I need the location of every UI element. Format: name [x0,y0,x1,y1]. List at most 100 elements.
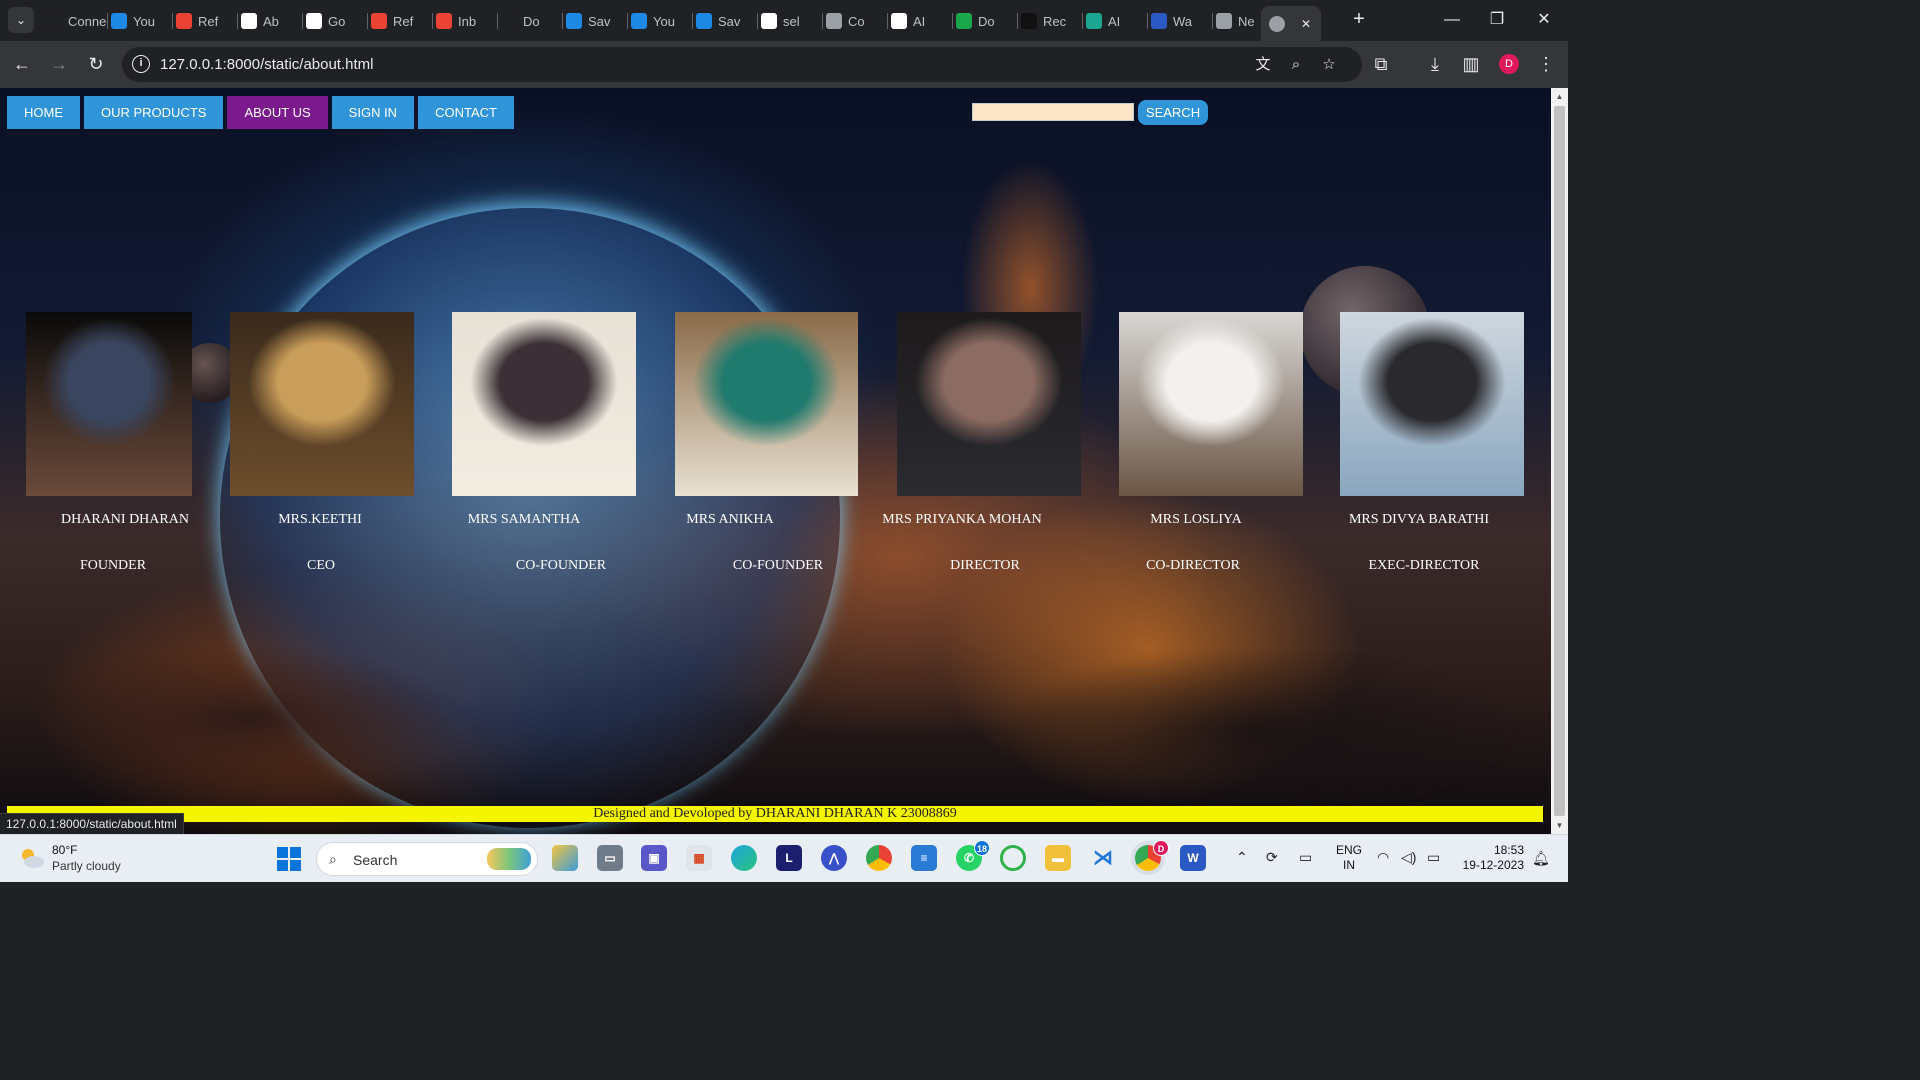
tab-title: Connec [68,13,108,29]
footer-credit: Designed and Devoloped by DHARANI DHARAN… [7,806,1543,822]
profile-avatar[interactable]: D [1499,54,1519,74]
weather-description[interactable]: Partly cloudy [52,859,121,873]
nav-our-products[interactable]: OUR PRODUCTS [84,96,224,129]
whatsapp-icon[interactable]: ✆ 18 [956,840,990,871]
browser-tab[interactable]: Connec [46,8,108,34]
browser-tab[interactable]: Ref [371,8,433,34]
team-member-role: CO-FOUNDER [732,558,824,573]
browser-tab[interactable]: Do [501,8,563,34]
scroll-down-icon[interactable]: ▼ [1555,821,1564,830]
menu-kebab-icon[interactable]: ⋮ [1534,52,1558,76]
browser-tab[interactable]: Sav [696,8,758,34]
chrome-icon[interactable] [866,845,892,871]
sync-app-icon[interactable] [1000,845,1026,871]
close-tab-icon[interactable]: ✕ [1301,17,1311,31]
browser-tab[interactable]: Ab [241,8,303,34]
browser-tab[interactable]: Sav [566,8,628,34]
minimize-button[interactable]: — [1437,8,1467,32]
battery-icon[interactable]: ▭ [1427,849,1440,866]
browser-tab[interactable]: AI [1086,8,1148,34]
chrome-icon [1216,13,1232,29]
downloads-icon[interactable]: ⤓ [1423,52,1447,76]
browser-tab[interactable]: Go [306,8,368,34]
browser-tab[interactable]: Inb [436,8,498,34]
browser-tab[interactable]: sel [761,8,823,34]
site-info-icon[interactable]: i [132,55,150,73]
team-member-name: MRS LOSLIYA [1150,512,1242,527]
tab-separator [952,13,953,29]
tab-search-button[interactable]: ⌄ [8,7,34,33]
l-app-icon[interactable]: L [776,845,802,871]
taskbar-search-label: Search [353,852,398,868]
search-input[interactable] [972,103,1134,121]
active-browser-tab[interactable]: ✕ [1261,6,1321,41]
tab-title: Co [848,13,865,29]
browser-tab[interactable]: You [111,8,173,34]
browser-tab[interactable]: Do [956,8,1018,34]
browser-tab[interactable]: Wa [1151,8,1213,34]
partly-cloudy-icon[interactable] [18,844,46,872]
wifi-icon[interactable]: ◠ [1377,849,1389,866]
zoom-icon[interactable]: ⌕ [1286,55,1306,75]
restore-button[interactable]: ❐ [1482,8,1512,32]
copilot-icon[interactable] [552,845,578,871]
browser-tab[interactable]: Co [826,8,888,34]
team-member-name: DHARANI DHARAN [61,512,189,527]
team-photo-woman-portrait-yellow-dress [230,312,414,496]
scroll-thumb[interactable] [1554,106,1565,816]
is-icon [1021,13,1037,29]
tab-separator [1212,13,1213,29]
system-clock[interactable]: 18:53 19-12-2023 [1460,843,1524,873]
notepad-icon[interactable]: ≡ [911,845,937,871]
start-windows-icon[interactable] [277,847,301,871]
chrome-profile-icon[interactable]: D [1135,840,1169,871]
vscode-icon[interactable]: ⋊ [1090,845,1116,871]
notification-bell-icon[interactable]: 🔔︎ [1532,850,1550,867]
address-url[interactable]: 127.0.0.1:8000/static/about.html [160,56,373,73]
browser-tab[interactable]: You [631,8,693,34]
task-view-icon[interactable]: ▭ [597,845,623,871]
language-indicator[interactable]: ENG IN [1336,843,1362,873]
edge-icon[interactable] [731,845,757,871]
page-scrollbar[interactable]: ▲ ▼ [1551,88,1568,834]
nav-about-us[interactable]: ABOUT US [227,96,328,129]
forward-icon[interactable]: → [47,52,71,76]
nav-contact[interactable]: CONTACT [418,96,514,129]
bookmark-star-icon[interactable]: ☆ [1319,55,1339,75]
browser-tab[interactable]: AI [891,8,953,34]
volume-icon[interactable]: ◁) [1401,849,1416,866]
tab-separator [302,13,303,29]
reload-icon[interactable]: ↻ [84,52,108,76]
gmail-icon [436,13,452,29]
show-hidden-icons[interactable]: ⌃ [1236,849,1248,866]
extensions-icon[interactable]: ⧉ [1369,52,1393,76]
browser-tab[interactable]: Ref [176,8,238,34]
tab-title: AI [913,13,926,29]
close-window-button[interactable]: ✕ [1529,8,1559,32]
back-icon[interactable]: ← [10,52,34,76]
browser-tab[interactable]: Rec [1021,8,1083,34]
file-explorer-icon[interactable]: ▬ [1045,845,1071,871]
scroll-up-icon[interactable]: ▲ [1555,92,1564,101]
search-button[interactable]: SEARCH [1138,100,1208,125]
weather-temperature[interactable]: 80°F [52,843,77,857]
team-photo-woman-reading-book [452,312,636,496]
background-rocks [1000,648,1520,818]
display-tray-icon[interactable]: ▭ [1299,849,1312,866]
teams-chat-icon[interactable]: ▣ [641,845,667,871]
sync-tray-icon[interactable]: ⟳ [1266,849,1278,866]
taskbar-search[interactable]: ⌕ Search [316,842,538,876]
s-icon [566,13,582,29]
google-icon [891,13,907,29]
nav-home[interactable]: HOME [7,96,80,129]
nav-sign-in[interactable]: SIGN IN [331,96,415,129]
side-panel-icon[interactable]: ▥ [1459,52,1483,76]
word-icon[interactable]: W [1180,845,1206,871]
microsoft-store-icon[interactable]: ▦ [686,845,712,871]
address-bar[interactable]: i 127.0.0.1:8000/static/about.html 文 ⌕ ☆ [122,47,1362,82]
tab-separator [822,13,823,29]
new-tab-button[interactable]: + [1348,8,1370,32]
translate-icon[interactable]: 文 [1253,55,1273,75]
doc-icon [1086,13,1102,29]
arc-app-icon[interactable]: ⋀ [821,845,847,871]
